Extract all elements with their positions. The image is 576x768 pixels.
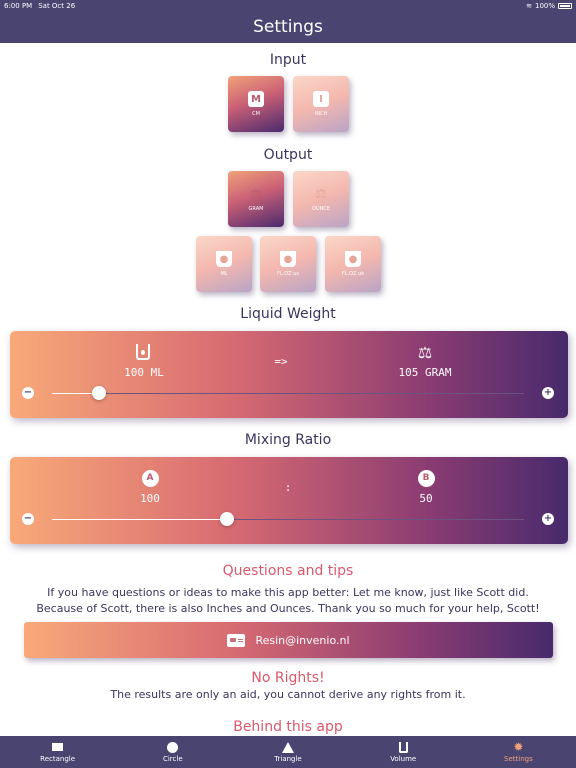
- ratio-separator: :: [284, 481, 292, 494]
- mixing-ratio-title: Mixing Ratio: [244, 432, 332, 448]
- questions-line-2: Because of Scott, there is also Inches a…: [36, 602, 540, 615]
- liquid-from-value: 100 ML: [124, 366, 164, 379]
- output-title: Output: [263, 147, 313, 163]
- ratio-slider-fill: [52, 519, 227, 520]
- output-ounce-button[interactable]: ⚖ OUNCE: [293, 171, 349, 227]
- output-floz-uk-button[interactable]: ● FL.OZ uk: [325, 236, 381, 292]
- a-icon: A: [141, 469, 159, 487]
- ratio-slider-thumb[interactable]: [219, 512, 234, 526]
- ratio-a-value: 100: [140, 492, 160, 505]
- output-gram-button[interactable]: ⚖ GRAM: [228, 171, 284, 227]
- battery-icon: [558, 3, 572, 9]
- contact-card-icon: [227, 633, 246, 647]
- liquid-to-value: 105 GRAM: [398, 366, 452, 379]
- input-title: Input: [269, 52, 307, 68]
- output-gram-label: GRAM: [248, 206, 264, 212]
- input-cm-button[interactable]: M CM: [228, 76, 284, 132]
- rectangle-icon: [52, 741, 64, 753]
- circle-icon: [167, 741, 179, 753]
- tab-rectangle[interactable]: Rectangle: [0, 736, 115, 768]
- wifi-icon: ≋: [526, 2, 532, 10]
- beaker-icon: [134, 343, 152, 361]
- liquid-slider-track[interactable]: [52, 393, 524, 394]
- tab-bar: Rectangle Circle Triangle Volume ✹ Setti…: [0, 736, 576, 768]
- tab-rectangle-label: Rectangle: [40, 755, 76, 763]
- output-floz-us-label: FL.OZ us: [277, 271, 299, 277]
- tab-triangle-label: Triangle: [274, 755, 302, 763]
- tab-triangle[interactable]: Triangle: [230, 736, 345, 768]
- cm-icon: M: [248, 91, 264, 107]
- input-inch-button[interactable]: I INCH: [293, 76, 349, 132]
- gear-icon: ✹: [513, 740, 524, 754]
- mixing-ratio-panel: A 100 : B 50 − +: [10, 457, 568, 544]
- output-ml-label: ML: [220, 271, 228, 277]
- page-title: Settings: [0, 12, 576, 43]
- tab-settings-label: Settings: [504, 755, 533, 763]
- email-address: Resin@invenio.nl: [255, 633, 350, 647]
- questions-line-1: If you have questions or ideas to make t…: [47, 586, 529, 599]
- scale-icon: ⚖: [250, 186, 262, 202]
- liquid-weight-title: Liquid Weight: [240, 306, 336, 322]
- tab-circle-label: Circle: [162, 755, 183, 763]
- battery-percent: 100%: [534, 2, 555, 10]
- status-date: Sat Oct 26: [38, 2, 76, 10]
- beaker-icon: ●: [216, 251, 232, 267]
- tab-circle[interactable]: Circle: [115, 736, 230, 768]
- output-ounce-label: OUNCE: [312, 206, 330, 212]
- liquid-plus-button[interactable]: +: [542, 387, 554, 399]
- status-bar: 6:00 PM Sat Oct 26 ≋ 100%: [0, 0, 576, 12]
- volume-icon: [398, 741, 408, 753]
- behind-app-title: Behind this app: [233, 719, 343, 735]
- tab-settings[interactable]: ✹ Settings: [461, 736, 576, 768]
- no-rights-title: No Rights!: [251, 670, 325, 686]
- email-button[interactable]: Resin@invenio.nl: [24, 622, 553, 658]
- input-inch-label: INCH: [314, 111, 328, 117]
- no-rights-text: The results are only an aid, you cannot …: [110, 688, 466, 701]
- liquid-weight-panel: 100 ML => ⚖ 105 GRAM − +: [10, 331, 568, 418]
- ratio-minus-button[interactable]: −: [22, 513, 34, 525]
- scale-icon: ⚖: [417, 342, 433, 362]
- inch-icon: I: [313, 91, 329, 107]
- liquid-slider-thumb[interactable]: [92, 386, 107, 400]
- ratio-b-value: 50: [419, 492, 433, 505]
- b-icon: B: [417, 469, 435, 487]
- status-time: 6:00 PM: [4, 2, 33, 10]
- liquid-minus-button[interactable]: −: [22, 387, 34, 399]
- output-ml-button[interactable]: ● ML: [196, 236, 252, 292]
- tab-volume-label: Volume: [390, 755, 417, 763]
- beaker-icon: ●: [345, 251, 361, 267]
- questions-title: Questions and tips: [222, 563, 354, 579]
- status-right: ≋ 100%: [526, 2, 572, 10]
- output-floz-us-button[interactable]: ● FL.OZ us: [260, 236, 316, 292]
- output-floz-uk-label: FL.OZ uk: [341, 271, 365, 277]
- tab-volume[interactable]: Volume: [346, 736, 461, 768]
- triangle-icon: [282, 741, 294, 753]
- liquid-arrow: =>: [274, 355, 288, 368]
- scale-icon: ⚖: [315, 186, 327, 202]
- beaker-icon: ●: [280, 251, 296, 267]
- input-cm-label: CM: [252, 111, 260, 117]
- ratio-plus-button[interactable]: +: [542, 513, 554, 525]
